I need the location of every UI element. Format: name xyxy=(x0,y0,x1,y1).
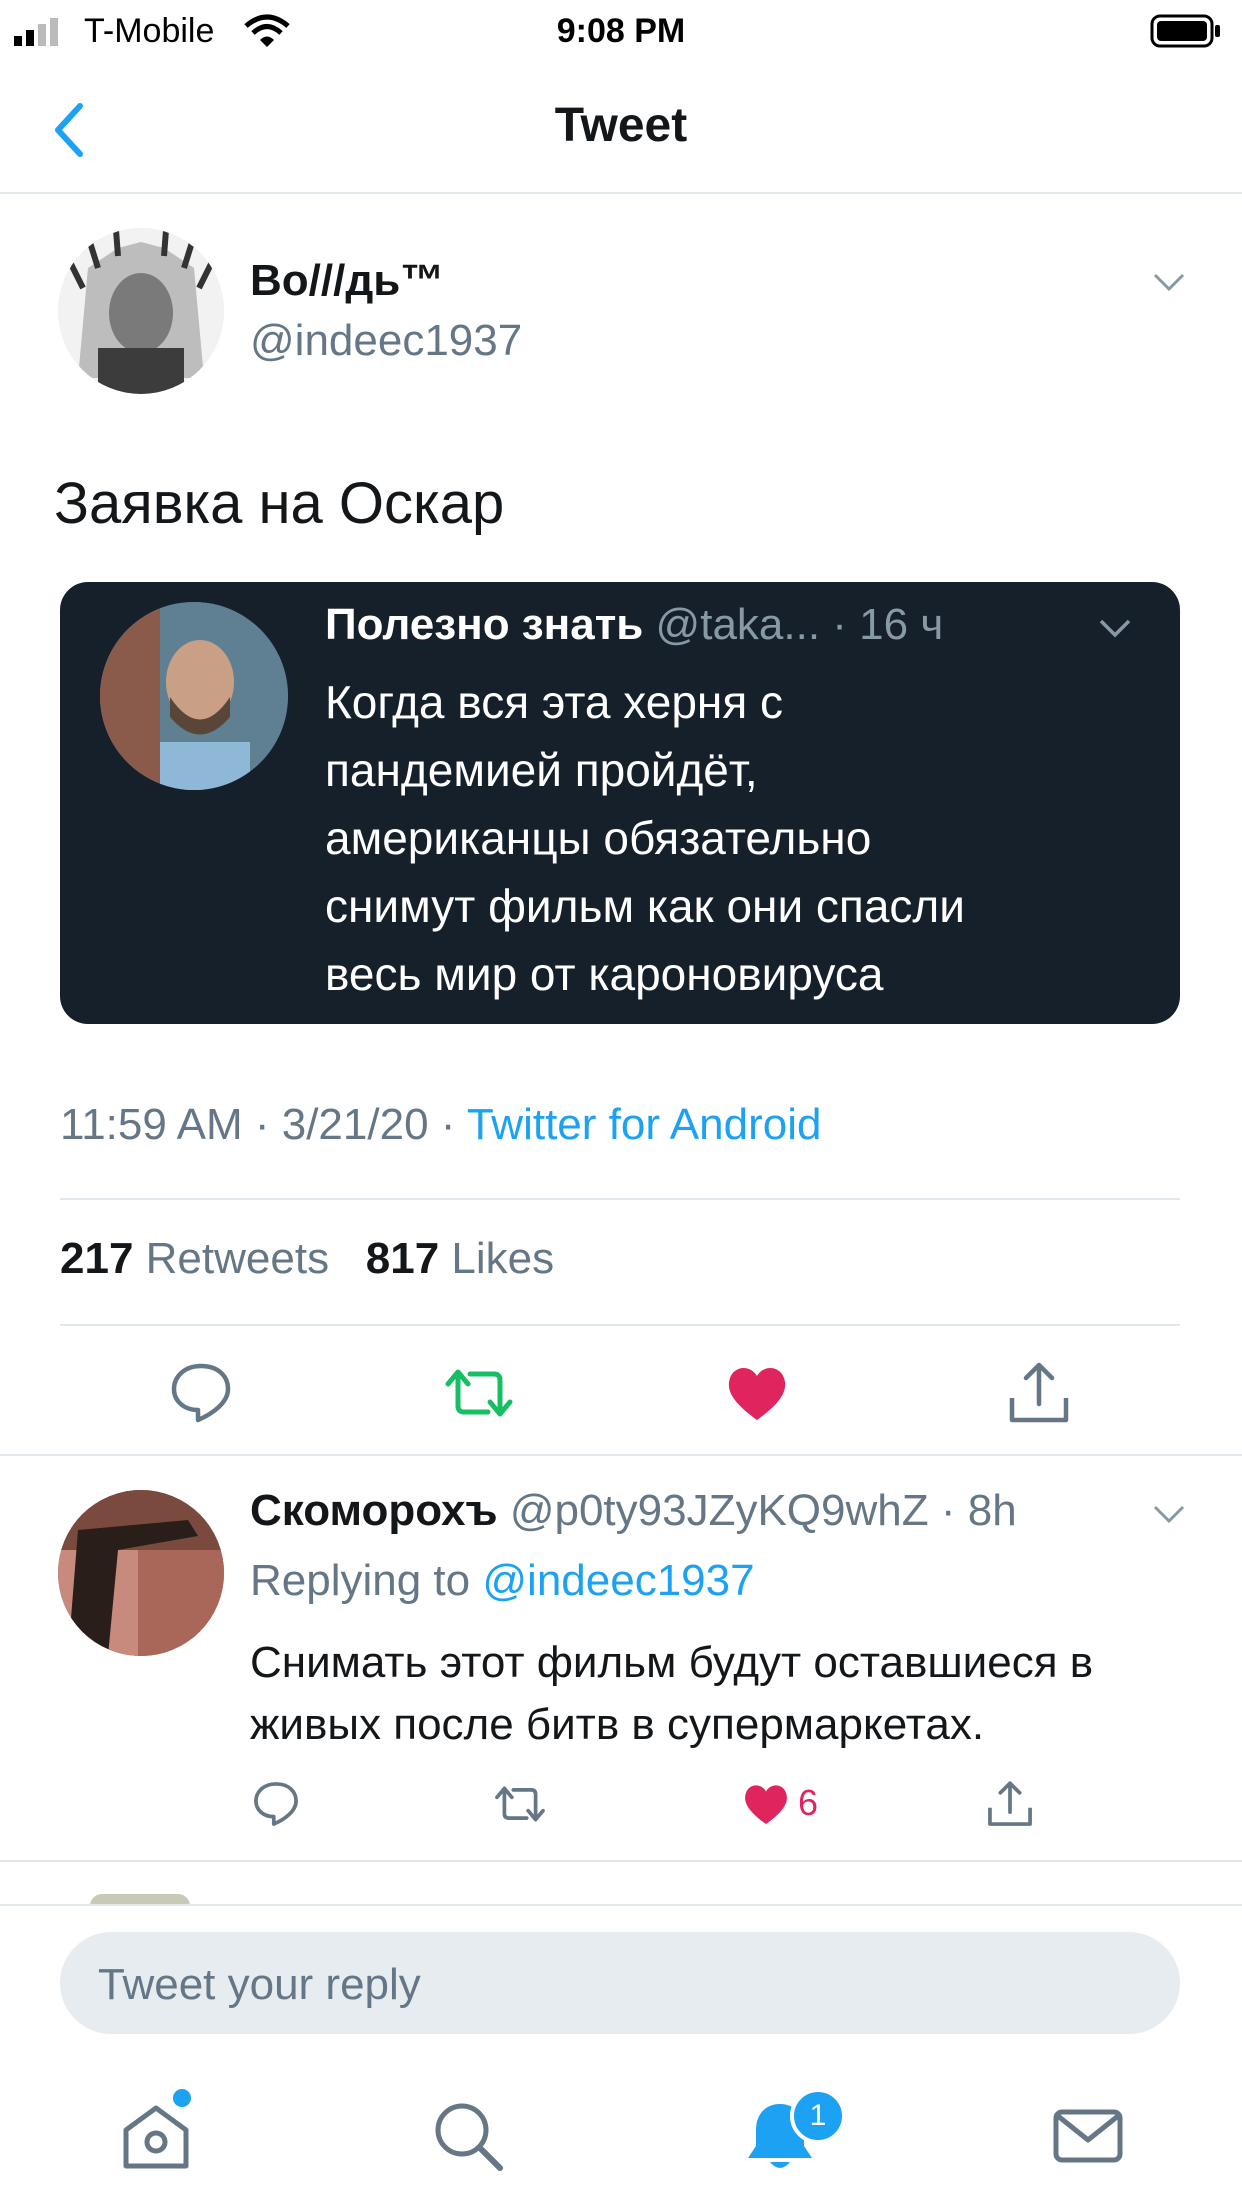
likes-label: Likes xyxy=(451,1234,555,1283)
retweets-label: Retweets xyxy=(145,1234,330,1283)
nav-bar: Tweet xyxy=(0,62,1242,194)
tweet-text: Заявка на Оскар xyxy=(54,471,505,536)
reply-chevron-down-icon[interactable] xyxy=(1152,1504,1186,1524)
tweet-source-link[interactable]: Twitter for Android xyxy=(467,1100,822,1149)
like-filled-icon[interactable] xyxy=(722,1358,792,1428)
reply-text: Снимать этот фильм будут оставшиеся в жи… xyxy=(250,1638,1094,1749)
reply-author-handle[interactable]: @p0ty93JZyKQ9whZ · 8h xyxy=(510,1486,1017,1535)
reply-header: Скоморохъ @p0ty93JZyKQ9whZ · 8h xyxy=(250,1486,1017,1536)
quoted-time: · 16 ч xyxy=(832,600,944,649)
tweet-meta: 11:59 AM · 3/21/20 · Twitter for Android xyxy=(60,1100,821,1150)
chevron-down-icon[interactable] xyxy=(1152,272,1186,292)
reply-author-avatar[interactable] xyxy=(58,1490,224,1656)
battery-icon xyxy=(1150,14,1220,48)
quoted-avatar xyxy=(100,602,288,790)
reply-author-name[interactable]: Скоморохъ xyxy=(250,1486,498,1535)
divider xyxy=(0,1454,1242,1456)
replying-to-prefix: Replying to xyxy=(250,1556,471,1605)
reply-input-placeholder: Tweet your reply xyxy=(98,1960,421,2009)
author-handle[interactable]: @indeec1937 xyxy=(250,316,522,366)
retweets-count-link[interactable]: 217 Retweets xyxy=(60,1234,329,1283)
reply-icon[interactable] xyxy=(166,1358,236,1428)
divider xyxy=(60,1324,1180,1326)
quoted-header: Полезно знать @taka... · 16 ч xyxy=(325,600,943,650)
reply-retweet-icon[interactable] xyxy=(494,1778,546,1830)
share-icon[interactable] xyxy=(1004,1358,1074,1428)
quoted-chevron-down-icon xyxy=(1099,619,1131,638)
divider xyxy=(60,1198,1180,1200)
reply-like-count: 6 xyxy=(798,1782,819,1823)
page-title: Tweet xyxy=(554,99,688,152)
notifications-badge: 1 xyxy=(790,2088,846,2144)
status-bar: T-Mobile 9:08 PM xyxy=(0,0,1242,62)
retweets-count: 217 xyxy=(60,1234,134,1283)
reply-input[interactable]: Tweet your reply xyxy=(60,1932,1180,2034)
home-unread-dot xyxy=(170,2086,194,2110)
search-icon[interactable] xyxy=(428,2096,508,2176)
reply-share-icon[interactable] xyxy=(984,1778,1036,1830)
divider xyxy=(0,1860,1242,1862)
author-avatar[interactable] xyxy=(58,228,224,394)
reply-reply-icon[interactable] xyxy=(250,1778,302,1830)
likes-count-link[interactable]: 817 Likes xyxy=(366,1234,554,1283)
quoted-text: Когда вся эта херня с пандемией пройдёт,… xyxy=(325,676,965,1000)
quoted-handle: @taka... xyxy=(655,600,821,649)
likes-count: 817 xyxy=(365,1234,440,1283)
tweet-timestamp: 11:59 AM · 3/21/20 · xyxy=(60,1100,467,1149)
messages-icon[interactable] xyxy=(1048,2096,1128,2176)
quoted-name: Полезно знать xyxy=(325,600,644,649)
engagement-counts: 217 Retweets 817 Likes xyxy=(60,1234,554,1284)
author-name[interactable]: Во///дь™ xyxy=(250,256,444,306)
replying-to-link[interactable]: @indeec1937 xyxy=(482,1556,754,1605)
retweet-icon[interactable] xyxy=(444,1358,514,1428)
tweet-media-image[interactable]: Полезно знать @taka... · 16 ч Когда вся … xyxy=(60,582,1180,1024)
reply-like-filled-icon[interactable] xyxy=(740,1778,792,1830)
status-time: 9:08 PM xyxy=(556,12,686,50)
replying-to: Replying to @indeec1937 xyxy=(250,1556,755,1606)
